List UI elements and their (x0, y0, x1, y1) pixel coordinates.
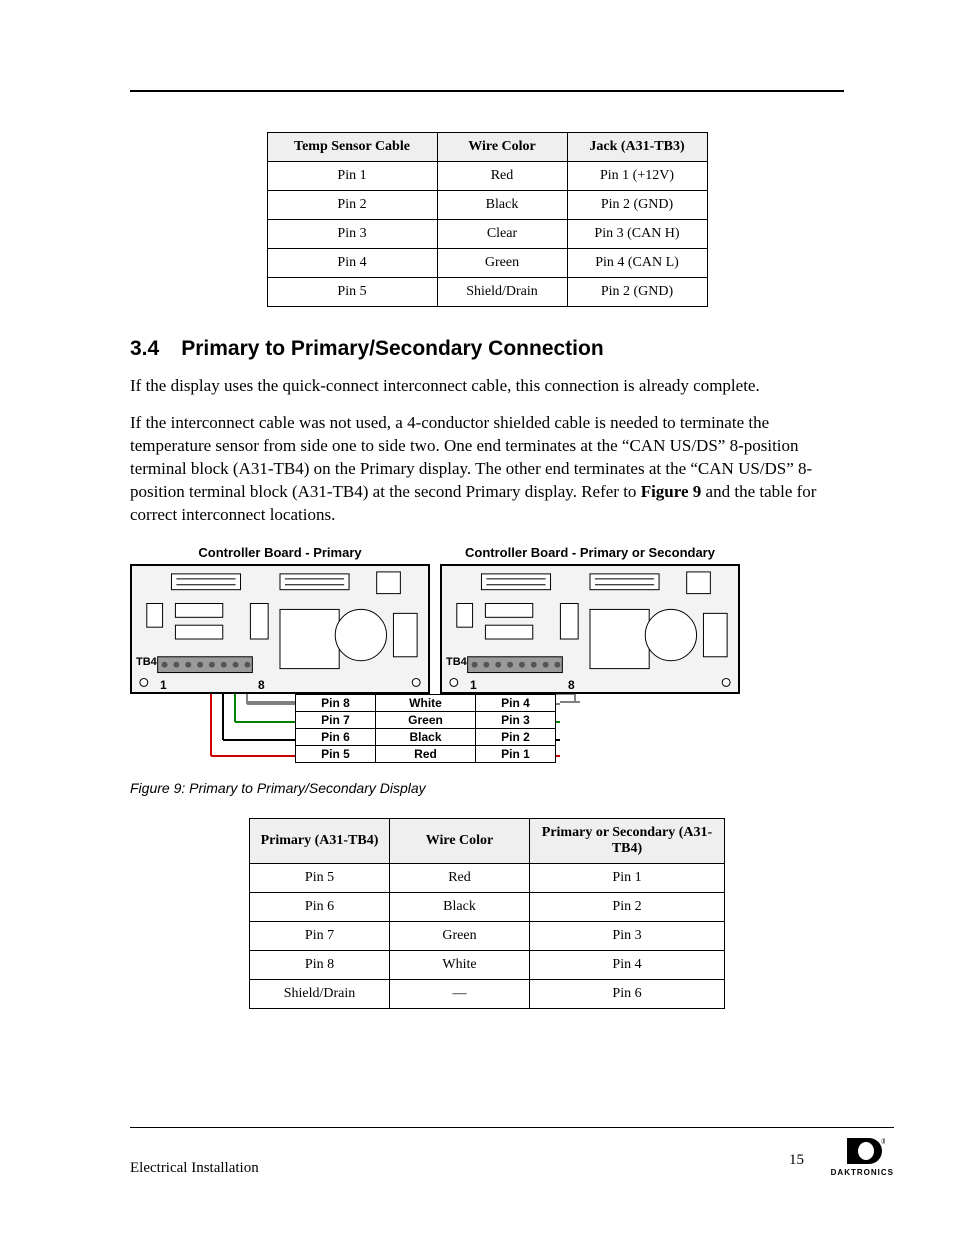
table-row: Pin 5RedPin 1 (250, 863, 725, 892)
table-row: Pin 8WhitePin 4 (250, 950, 725, 979)
pin1-label: 1 (160, 678, 167, 692)
controller-board-right: TB4 1 8 (440, 564, 740, 694)
pin8-label: 8 (568, 678, 575, 692)
table-row: Pin 5Shield/DrainPin 2 (GND) (267, 278, 707, 307)
page-footer: Electrical Installation 15 ® DAKTRONICS (130, 1127, 894, 1177)
daktronics-logo-icon: ® (839, 1136, 885, 1166)
board-left-svg (132, 566, 428, 694)
table-row: Pin 1RedPin 1 (+12V) (267, 162, 707, 191)
t2-h1: Primary (A31-TB4) (250, 818, 390, 863)
top-rule (130, 90, 844, 92)
figure-ref: Figure 9 (641, 482, 702, 501)
t2-h3: Primary or Secondary (A31-TB4) (530, 818, 725, 863)
figure-9: Controller Board - Primary (130, 545, 844, 796)
table-row: Pin 2BlackPin 2 (GND) (267, 191, 707, 220)
table-row: Shield/Drain—Pin 6 (250, 979, 725, 1008)
page-number: 15 (789, 1152, 804, 1169)
figure-caption: Figure 9: Primary to Primary/Secondary D… (130, 780, 426, 796)
pin1-label: 1 (470, 678, 477, 692)
table-row: Pin 6BlackPin 2 (250, 892, 725, 921)
tb4-label: TB4 (136, 656, 157, 668)
svg-text:®: ® (881, 1137, 885, 1146)
t1-h2: Wire Color (437, 133, 567, 162)
footer-section-name: Electrical Installation (130, 1160, 259, 1177)
controller-board-left: TB4 1 8 (130, 564, 430, 694)
paragraph-1: If the display uses the quick-connect in… (130, 375, 844, 398)
interconnect-table: Primary (A31-TB4) Wire Color Primary or … (249, 818, 725, 1009)
board-right-title: Controller Board - Primary or Secondary (465, 545, 715, 560)
board-left-title: Controller Board - Primary (198, 545, 361, 560)
section-title: Primary to Primary/Secondary Connection (181, 337, 603, 361)
temp-sensor-table: Temp Sensor Cable Wire Color Jack (A31-T… (267, 132, 708, 307)
brand-logo: ® DAKTRONICS (831, 1136, 894, 1177)
tb4-label: TB4 (446, 656, 467, 668)
table-row: Pin 7GreenPin 3 (250, 921, 725, 950)
section-heading: 3.4 Primary to Primary/Secondary Connect… (130, 337, 844, 361)
table-row: Pin 4GreenPin 4 (CAN L) (267, 249, 707, 278)
table-row: Pin 3ClearPin 3 (CAN H) (267, 220, 707, 249)
brand-name: DAKTRONICS (831, 1168, 894, 1177)
pin8-label: 8 (258, 678, 265, 692)
t1-h3: Jack (A31-TB3) (567, 133, 707, 162)
paragraph-2: If the interconnect cable was not used, … (130, 412, 844, 527)
board-right-svg (442, 566, 738, 694)
t1-h1: Temp Sensor Cable (267, 133, 437, 162)
section-number: 3.4 (130, 337, 159, 361)
t2-h2: Wire Color (390, 818, 530, 863)
wire-color-table: Pin 8WhitePin 4 Pin 7GreenPin 3 Pin 6Bla… (295, 694, 556, 763)
